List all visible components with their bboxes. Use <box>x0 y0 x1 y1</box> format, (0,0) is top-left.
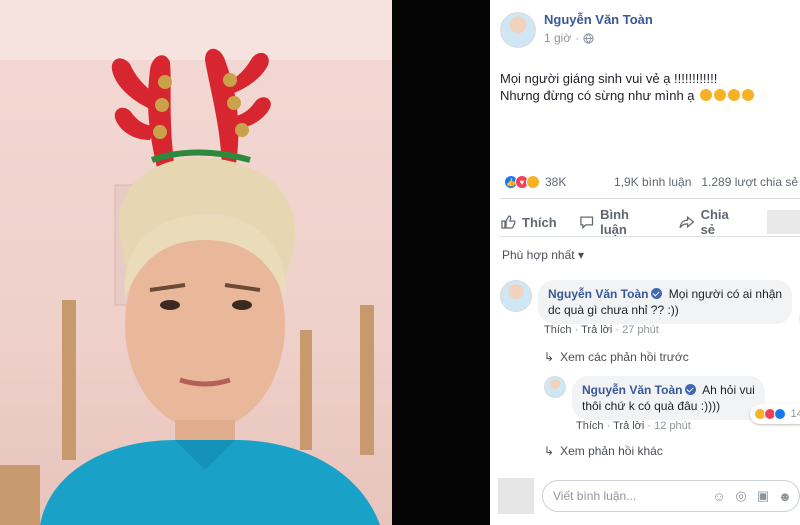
comment: Nguyễn Văn Toàn Mọi người có ai nhận dc … <box>500 280 800 328</box>
composer-avatar <box>498 478 534 514</box>
sort-label: Phù hợp nhất <box>502 248 575 262</box>
post-author-name[interactable]: Nguyễn Văn Toàn <box>544 12 653 28</box>
like-button-label: Thích <box>522 214 557 230</box>
reply-reply-link[interactable]: Trả lời <box>613 420 644 432</box>
author-avatar[interactable] <box>500 12 536 48</box>
haha-reaction-icon[interactable] <box>526 175 540 189</box>
share-button-label: Chia sẻ <box>700 207 729 237</box>
view-previous-replies-label: Xem các phản hồi trước <box>560 350 689 364</box>
photo-illustration <box>0 0 392 525</box>
comment-text-line2: dc quà gì chưa nhỉ ?? :)) <box>548 303 679 317</box>
comments-count[interactable]: 1,9K bình luận <box>614 175 691 189</box>
comment-composer: Viết bình luận... ☺ ◎ ▣ ☻ <box>498 478 800 514</box>
comment-reply-link[interactable]: Trả lời <box>581 324 612 336</box>
emoji-icon[interactable]: ☺ <box>711 488 727 504</box>
audience-selector[interactable] <box>767 210 800 234</box>
reply-time[interactable]: 12 phút <box>654 420 691 432</box>
see-no-evil-monkey-emoji-icon <box>742 89 755 101</box>
reply-like-link[interactable]: Thích <box>576 420 604 432</box>
thumbs-up-icon <box>501 215 516 229</box>
verified-badge-icon <box>651 288 663 299</box>
like-button[interactable]: Thích <box>500 214 557 230</box>
post-actions: Thích Bình luận Chia sẻ <box>500 207 800 237</box>
divider <box>500 198 800 199</box>
comment-text-line1: Mọi người có ai nhận <box>668 287 783 301</box>
see-no-evil-monkey-emoji-icon <box>714 89 727 101</box>
reply-text-line1: Ah hỏi vui <box>702 383 755 397</box>
reply-links: Thích · Trả lời · 12 phút <box>576 420 691 432</box>
sticker-icon[interactable]: ☻ <box>777 488 793 504</box>
reply-avatar[interactable] <box>544 376 566 398</box>
comment-sort-dropdown[interactable]: Phù hợp nhất ▾ <box>502 248 584 262</box>
post-header: Nguyễn Văn Toàn 1 giờ · <box>500 12 653 48</box>
reply-arrow-icon: ↳ <box>544 350 555 364</box>
verified-badge-icon <box>685 384 697 395</box>
comment-button-label: Bình luận <box>600 207 629 237</box>
reply-arrow-icon: ↳ <box>544 444 555 458</box>
view-other-replies-link[interactable]: ↳ Xem phản hồi khác <box>544 444 663 458</box>
see-no-evil-monkey-emoji-icon <box>728 89 741 101</box>
comment-button[interactable]: Bình luận <box>579 207 658 237</box>
caret-down-icon: ▾ <box>577 248 584 262</box>
comment-input-placeholder: Viết bình luận... <box>553 489 637 503</box>
divider <box>500 236 800 237</box>
comment-input[interactable]: Viết bình luận... ☺ ◎ ▣ ☻ <box>542 480 800 512</box>
reply-comment: Nguyễn Văn Toàn Ah hỏi vui thôi chứ k có… <box>544 376 800 424</box>
view-previous-replies-link[interactable]: ↳ Xem các phản hồi trước <box>544 350 689 364</box>
post-text-line1: Mọi người giáng sinh vui vẻ ạ !!!!!!!!!!… <box>500 71 718 86</box>
like-reaction-icon <box>774 408 787 420</box>
comment-author[interactable]: Nguyễn Văn Toàn <box>548 287 648 301</box>
gif-icon[interactable]: ▣ <box>755 488 771 504</box>
reply-reactions[interactable]: 144 <box>750 404 800 424</box>
reply-reaction-count: 144 <box>790 408 800 420</box>
globe-icon <box>583 32 594 44</box>
reactions-count[interactable]: 38K <box>545 175 566 189</box>
comment-icon <box>579 216 593 230</box>
post-text: Mọi người giáng sinh vui vẻ ạ !!!!!!!!!!… <box>500 70 755 104</box>
see-no-evil-monkey-emoji-icon <box>700 89 713 101</box>
comment-time[interactable]: 27 phút <box>622 324 659 336</box>
reply-bubble: Nguyễn Văn Toàn Ah hỏi vui thôi chứ k có… <box>572 376 800 424</box>
camera-icon[interactable]: ◎ <box>733 488 749 504</box>
post-panel: Nguyễn Văn Toàn 1 giờ · Mọi người giáng … <box>490 0 800 525</box>
comment-links: Thích · Trả lời · 27 phút <box>544 324 659 336</box>
view-other-replies-label: Xem phản hồi khác <box>560 444 663 458</box>
comment-like-link[interactable]: Thích <box>544 324 572 336</box>
post-text-line2: Nhưng đừng có sừng như mình ạ <box>500 88 695 103</box>
comment-bubble: Nguyễn Văn Toàn Mọi người có ai nhận dc … <box>538 280 800 328</box>
post-time[interactable]: 1 giờ <box>544 31 571 45</box>
share-icon <box>679 215 695 229</box>
comment-avatar[interactable] <box>500 280 532 312</box>
shares-count[interactable]: 1.289 lượt chia sẻ <box>701 175 798 189</box>
post-photo[interactable] <box>0 0 392 525</box>
reply-text-line2: thôi chứ k có quà đâu :)))) <box>582 399 721 413</box>
post-stats: 👍 ♥ 38K 1,9K bình luận 1.289 lượt chia s… <box>504 175 800 189</box>
share-button[interactable]: Chia sẻ <box>679 207 745 237</box>
photo-viewer <box>0 0 490 525</box>
reply-author[interactable]: Nguyễn Văn Toàn <box>582 383 682 397</box>
